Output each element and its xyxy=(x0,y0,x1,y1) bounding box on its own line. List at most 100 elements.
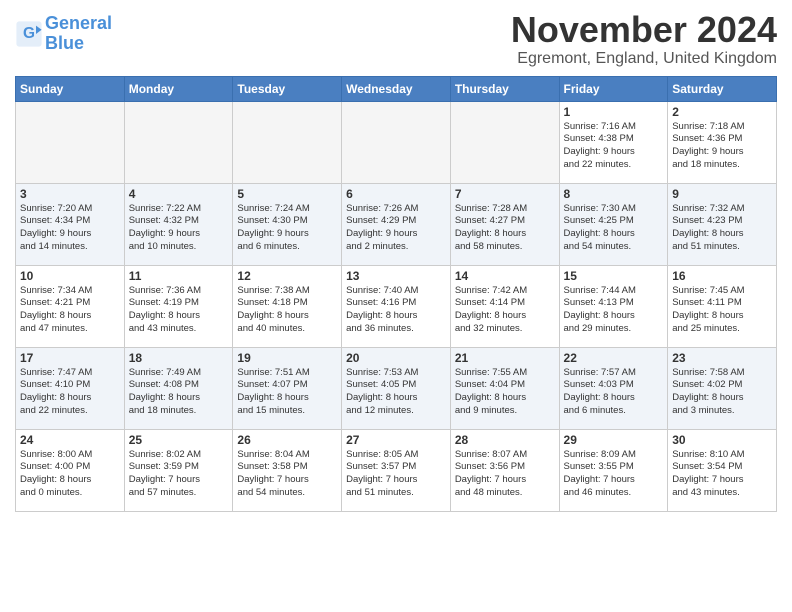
logo-line2: Blue xyxy=(45,33,84,53)
title-block: November 2024 Egremont, England, United … xyxy=(511,10,777,68)
day-number: 9 xyxy=(672,187,772,201)
day-info: Sunrise: 8:00 AM Sunset: 4:00 PM Dayligh… xyxy=(20,449,120,500)
day-number: 26 xyxy=(237,433,337,447)
calendar-cell: 22 Sunrise: 7:57 AM Sunset: 4:03 PM Dayli… xyxy=(559,347,668,429)
day-info: Sunrise: 7:53 AM Sunset: 4:05 PM Dayligh… xyxy=(346,367,446,418)
weekday-header-friday: Friday xyxy=(559,76,668,101)
day-info: Sunrise: 7:18 AM Sunset: 4:36 PM Dayligh… xyxy=(672,121,772,172)
weekday-header-monday: Monday xyxy=(124,76,233,101)
calendar-cell xyxy=(342,101,451,183)
calendar-cell: 27Sunrise: 8:05 AM Sunset: 3:57 PM Dayli… xyxy=(342,429,451,511)
calendar-cell: 30Sunrise: 8:10 AM Sunset: 3:54 PM Dayli… xyxy=(668,429,777,511)
day-info: Sunrise: 7:16 AM Sunset: 4:38 PM Dayligh… xyxy=(564,121,664,172)
calendar-cell: 16 Sunrise: 7:45 AM Sunset: 4:11 PM Dayli… xyxy=(668,265,777,347)
day-info: Sunrise: 7:47 AM Sunset: 4:10 PM Dayligh… xyxy=(20,367,120,418)
calendar-cell xyxy=(233,101,342,183)
weekday-header-row: SundayMondayTuesdayWednesdayThursdayFrid… xyxy=(16,76,777,101)
calendar-cell: 29 Sunrise: 8:09 AM Sunset: 3:55 PM Dayli… xyxy=(559,429,668,511)
calendar-cell: 7Sunrise: 7:28 AM Sunset: 4:27 PM Daylig… xyxy=(450,183,559,265)
day-info: Sunrise: 7:51 AM Sunset: 4:07 PM Dayligh… xyxy=(237,367,337,418)
calendar-cell: 9 Sunrise: 7:32 AM Sunset: 4:23 PM Daylig… xyxy=(668,183,777,265)
day-number: 14 xyxy=(455,269,555,283)
day-info: Sunrise: 7:32 AM Sunset: 4:23 PM Dayligh… xyxy=(672,203,772,254)
day-number: 6 xyxy=(346,187,446,201)
day-info: Sunrise: 7:28 AM Sunset: 4:27 PM Dayligh… xyxy=(455,203,555,254)
day-info: Sunrise: 7:24 AM Sunset: 4:30 PM Dayligh… xyxy=(237,203,337,254)
day-number: 10 xyxy=(20,269,120,283)
day-info: Sunrise: 7:57 AM Sunset: 4:03 PM Dayligh… xyxy=(564,367,664,418)
calendar-cell: 1 Sunrise: 7:16 AM Sunset: 4:38 PM Daylig… xyxy=(559,101,668,183)
day-info: Sunrise: 7:40 AM Sunset: 4:16 PM Dayligh… xyxy=(346,285,446,336)
calendar-cell: 6Sunrise: 7:26 AM Sunset: 4:29 PM Daylig… xyxy=(342,183,451,265)
day-number: 24 xyxy=(20,433,120,447)
weekday-header-sunday: Sunday xyxy=(16,76,125,101)
day-number: 16 xyxy=(672,269,772,283)
weekday-header-saturday: Saturday xyxy=(668,76,777,101)
day-number: 22 xyxy=(564,351,664,365)
logo: G General Blue xyxy=(15,14,112,54)
day-number: 30 xyxy=(672,433,772,447)
calendar-cell xyxy=(450,101,559,183)
day-info: Sunrise: 8:05 AM Sunset: 3:57 PM Dayligh… xyxy=(346,449,446,500)
day-info: Sunrise: 8:09 AM Sunset: 3:55 PM Dayligh… xyxy=(564,449,664,500)
calendar-cell: 5 Sunrise: 7:24 AM Sunset: 4:30 PM Daylig… xyxy=(233,183,342,265)
day-info: Sunrise: 7:20 AM Sunset: 4:34 PM Dayligh… xyxy=(20,203,120,254)
day-number: 18 xyxy=(129,351,229,365)
calendar-cell: 19Sunrise: 7:51 AM Sunset: 4:07 PM Dayli… xyxy=(233,347,342,429)
day-info: Sunrise: 7:44 AM Sunset: 4:13 PM Dayligh… xyxy=(564,285,664,336)
day-number: 11 xyxy=(129,269,229,283)
day-number: 15 xyxy=(564,269,664,283)
header: G General Blue November 2024 Egremont, E… xyxy=(15,10,777,68)
logo-icon: G xyxy=(15,20,43,48)
day-info: Sunrise: 7:45 AM Sunset: 4:11 PM Dayligh… xyxy=(672,285,772,336)
weekday-header-wednesday: Wednesday xyxy=(342,76,451,101)
calendar-cell: 4 Sunrise: 7:22 AM Sunset: 4:32 PM Daylig… xyxy=(124,183,233,265)
calendar-cell: 18Sunrise: 7:49 AM Sunset: 4:08 PM Dayli… xyxy=(124,347,233,429)
calendar-cell: 2 Sunrise: 7:18 AM Sunset: 4:36 PM Daylig… xyxy=(668,101,777,183)
day-number: 1 xyxy=(564,105,664,119)
day-info: Sunrise: 8:07 AM Sunset: 3:56 PM Dayligh… xyxy=(455,449,555,500)
calendar-container: G General Blue November 2024 Egremont, E… xyxy=(0,0,792,522)
day-info: Sunrise: 8:04 AM Sunset: 3:58 PM Dayligh… xyxy=(237,449,337,500)
weekday-header-thursday: Thursday xyxy=(450,76,559,101)
day-info: Sunrise: 7:42 AM Sunset: 4:14 PM Dayligh… xyxy=(455,285,555,336)
day-number: 28 xyxy=(455,433,555,447)
month-title: November 2024 xyxy=(511,10,777,50)
day-number: 29 xyxy=(564,433,664,447)
day-number: 2 xyxy=(672,105,772,119)
day-number: 8 xyxy=(564,187,664,201)
calendar-cell: 11 Sunrise: 7:36 AM Sunset: 4:19 PM Dayli… xyxy=(124,265,233,347)
day-number: 21 xyxy=(455,351,555,365)
calendar-table: SundayMondayTuesdayWednesdayThursdayFrid… xyxy=(15,76,777,512)
day-info: Sunrise: 7:30 AM Sunset: 4:25 PM Dayligh… xyxy=(564,203,664,254)
calendar-cell: 3 Sunrise: 7:20 AM Sunset: 4:34 PM Daylig… xyxy=(16,183,125,265)
logo-text: General Blue xyxy=(45,14,112,54)
calendar-cell: 24 Sunrise: 8:00 AM Sunset: 4:00 PM Dayli… xyxy=(16,429,125,511)
day-info: Sunrise: 7:22 AM Sunset: 4:32 PM Dayligh… xyxy=(129,203,229,254)
location: Egremont, England, United Kingdom xyxy=(511,50,777,68)
week-row-5: 24 Sunrise: 8:00 AM Sunset: 4:00 PM Dayli… xyxy=(16,429,777,511)
calendar-cell: 23 Sunrise: 7:58 AM Sunset: 4:02 PM Dayli… xyxy=(668,347,777,429)
week-row-3: 10Sunrise: 7:34 AM Sunset: 4:21 PM Dayli… xyxy=(16,265,777,347)
day-number: 20 xyxy=(346,351,446,365)
logo-line1: General xyxy=(45,13,112,33)
day-info: Sunrise: 7:36 AM Sunset: 4:19 PM Dayligh… xyxy=(129,285,229,336)
weekday-header-tuesday: Tuesday xyxy=(233,76,342,101)
calendar-cell: 25Sunrise: 8:02 AM Sunset: 3:59 PM Dayli… xyxy=(124,429,233,511)
calendar-cell: 14 Sunrise: 7:42 AM Sunset: 4:14 PM Dayli… xyxy=(450,265,559,347)
calendar-cell: 13 Sunrise: 7:40 AM Sunset: 4:16 PM Dayli… xyxy=(342,265,451,347)
day-number: 13 xyxy=(346,269,446,283)
day-number: 23 xyxy=(672,351,772,365)
week-row-1: 1 Sunrise: 7:16 AM Sunset: 4:38 PM Daylig… xyxy=(16,101,777,183)
day-number: 3 xyxy=(20,187,120,201)
svg-text:G: G xyxy=(23,25,35,42)
calendar-cell: 8 Sunrise: 7:30 AM Sunset: 4:25 PM Daylig… xyxy=(559,183,668,265)
day-number: 12 xyxy=(237,269,337,283)
day-number: 4 xyxy=(129,187,229,201)
day-info: Sunrise: 7:55 AM Sunset: 4:04 PM Dayligh… xyxy=(455,367,555,418)
day-number: 17 xyxy=(20,351,120,365)
day-number: 25 xyxy=(129,433,229,447)
day-info: Sunrise: 7:58 AM Sunset: 4:02 PM Dayligh… xyxy=(672,367,772,418)
day-info: Sunrise: 7:38 AM Sunset: 4:18 PM Dayligh… xyxy=(237,285,337,336)
day-number: 5 xyxy=(237,187,337,201)
